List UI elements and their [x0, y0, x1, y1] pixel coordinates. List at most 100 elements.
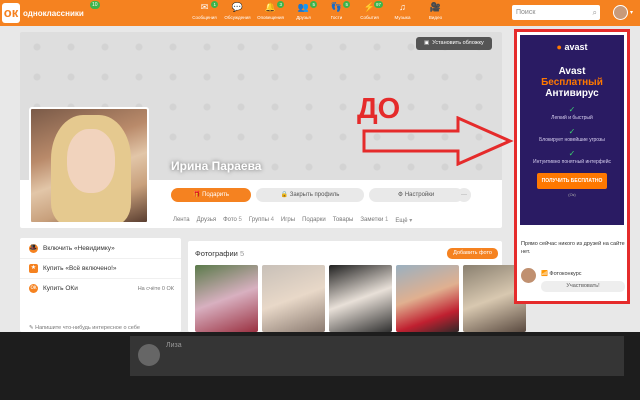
- add-photo-button[interactable]: Добавить фото: [447, 248, 498, 259]
- checkmark-icon: ✓: [568, 149, 576, 158]
- chat-panel[interactable]: Лиза: [130, 336, 624, 376]
- checkmark-icon: ✓: [568, 105, 576, 114]
- left-menu-item[interactable]: 🎩 Включить «Невидимку»: [20, 238, 181, 258]
- left-menu: 🎩 Включить «Невидимку» ★ Купить «Всё включе…: [20, 238, 181, 332]
- balance-text: На счёте 0 ОК: [137, 285, 174, 292]
- profile-tab[interactable]: Заметки 1: [360, 217, 388, 224]
- ok-logo-icon: ок: [2, 3, 20, 23]
- chevron-down-icon[interactable]: ▾: [630, 9, 633, 16]
- search-placeholder: Поиск: [516, 9, 536, 16]
- nav-label: Обсуждения: [224, 15, 251, 20]
- profile-tab[interactable]: Группы 4: [249, 217, 274, 224]
- main-nav: ✉ Сообщения 1 💬 Обсуждения 🔔 Оповещения 3 👥 Друзь…: [188, 0, 452, 26]
- search-input[interactable]: Поиск ⌕: [512, 5, 600, 20]
- ad-feature: ✓ Легкий и быстрый: [520, 105, 624, 121]
- tab-label: Игры: [280, 217, 296, 223]
- photo-thumbnail[interactable]: [396, 265, 459, 332]
- avast-logo: ● avast: [556, 42, 588, 52]
- logo-text: одноклассники: [23, 8, 84, 18]
- profile-tabs: Лента Друзья Фото 5 Группы 4 Игры Подарки Това…: [173, 217, 412, 224]
- nav-label: Оповещения: [257, 15, 284, 20]
- left-menu-label: Купить «Всё включено!»: [43, 265, 117, 272]
- photo-thumbnail[interactable]: [329, 265, 392, 332]
- nav-label: События: [360, 15, 379, 20]
- ad-small-print: (Ок): [568, 192, 576, 197]
- tab-label: Группы: [248, 217, 269, 223]
- chat-name: Лиза: [166, 342, 182, 349]
- friends-online-text: Прямо сейчас никого из друзей на сайте н…: [521, 241, 625, 255]
- contest-name[interactable]: 📶 Фотоконкурс: [541, 271, 582, 277]
- ad-features: ✓ Легкий и быстрый ✓ Блокирует новейшие угр…: [520, 105, 624, 165]
- tab-count: 5: [238, 217, 242, 223]
- photos-count: 5: [239, 249, 245, 258]
- gift-icon: 🎁: [192, 192, 203, 198]
- gift-button[interactable]: 🎁 Подарить: [171, 188, 251, 202]
- nav-label: Музыка: [394, 15, 411, 20]
- top-bar: ок одноклассники 10 ✉ Сообщения 1 💬 Обсужден…: [0, 0, 640, 26]
- close-profile-button[interactable]: 🔒 Закрыть профиль: [256, 188, 364, 202]
- checkmark-icon: ✓: [568, 127, 576, 136]
- ad-feature-text: Легкий и быстрый: [551, 115, 593, 121]
- nav-item[interactable]: ♫ Музыка: [386, 0, 419, 26]
- nav-item[interactable]: 👣 Гости 5: [320, 0, 353, 26]
- search-icon: ⌕: [592, 8, 597, 17]
- photo-thumbnails: [195, 265, 526, 332]
- ad-feature-text: Блокирует новейшие угрозы: [539, 137, 605, 143]
- music-note-icon: ♫: [399, 2, 406, 12]
- ad-feature-text: Интуитивно понятный интерфейс: [533, 159, 611, 165]
- profile-tab[interactable]: Подарки: [302, 217, 326, 224]
- tab-label: Фото: [223, 217, 237, 223]
- left-menu-list: 🎩 Включить «Невидимку» ★ Купить «Всё включе…: [20, 238, 181, 298]
- about-prompt[interactable]: ✎ Напишите что-нибудь интересное о себе: [29, 325, 140, 331]
- profile-tab[interactable]: Друзья: [197, 217, 216, 224]
- ad-cta-button[interactable]: ПОЛУЧИТЬ БЕСПЛАТНО: [537, 173, 607, 189]
- ad-feature: ✓ Блокирует новейшие угрозы: [520, 127, 624, 143]
- avast-banner[interactable]: ● avast Avast Бесплатный Антивирус ✓ Легк…: [520, 35, 624, 225]
- chat-avatar: [138, 344, 160, 366]
- profile-tab[interactable]: Товары: [333, 217, 354, 224]
- nav-label: Видео: [428, 15, 443, 20]
- profile-photo[interactable]: [29, 107, 149, 224]
- profile-tab[interactable]: Фото 5: [223, 217, 242, 224]
- contest-avatar[interactable]: [521, 268, 536, 283]
- set-cover-button[interactable]: ▣ Установить обложку: [416, 37, 492, 50]
- nav-item[interactable]: 🔔 Оповещения 3: [254, 0, 287, 26]
- settings-button[interactable]: ⚙ Настройки: [369, 188, 463, 202]
- ad-headline-sub: Антивирус: [545, 88, 599, 99]
- speech-bubbles-icon: 💬: [231, 2, 244, 12]
- participate-button[interactable]: Участвовать!: [541, 281, 625, 292]
- site-logo[interactable]: ок одноклассники 10: [2, 1, 100, 24]
- tab-label: Подарки: [302, 217, 326, 223]
- nav-label: Сообщения: [192, 15, 217, 20]
- hat-icon: 🎩: [29, 243, 38, 253]
- photos-section: Фотографии 5 Добавить фото: [188, 241, 526, 332]
- photo-thumbnail[interactable]: [262, 265, 325, 332]
- nav-item[interactable]: 💬 Обсуждения: [221, 0, 254, 26]
- left-menu-item[interactable]: ок Купить ОКи На счёте 0 ОК: [20, 278, 181, 298]
- nav-badge: 97: [373, 1, 383, 8]
- tab-label: Лента: [173, 217, 190, 223]
- logo-badge: 10: [90, 1, 100, 9]
- tab-count: 1: [385, 217, 389, 223]
- nav-item[interactable]: ⚡ События 97: [353, 0, 386, 26]
- more-button[interactable]: ···: [457, 188, 471, 202]
- tab-label: Друзья: [196, 217, 217, 223]
- nav-item[interactable]: ✉ Сообщения 1: [188, 0, 221, 26]
- ad-headline: Avast: [558, 66, 586, 77]
- tab-label: Заметки: [360, 217, 384, 223]
- tab-count: 4: [270, 217, 274, 223]
- nav-item[interactable]: 🎥 Видео: [419, 0, 452, 26]
- photo-thumbnail[interactable]: [195, 265, 258, 332]
- ad-headline-orange: Бесплатный: [541, 77, 603, 88]
- nav-label: Гости: [330, 15, 343, 20]
- user-avatar[interactable]: [613, 5, 628, 20]
- left-menu-item[interactable]: ★ Купить «Всё включено!»: [20, 258, 181, 278]
- ad-feature: ✓ Интуитивно понятный интерфейс: [520, 149, 624, 165]
- nav-item[interactable]: 👥 Друзья 5: [287, 0, 320, 26]
- ok-coin-icon: ок: [29, 284, 38, 293]
- profile-tab[interactable]: Ещё ▾: [395, 217, 412, 224]
- star-icon: ★: [29, 264, 38, 273]
- profile-tab[interactable]: Игры: [281, 217, 295, 224]
- profile-tab[interactable]: Лента: [173, 217, 190, 224]
- annotation-arrow: [362, 116, 514, 166]
